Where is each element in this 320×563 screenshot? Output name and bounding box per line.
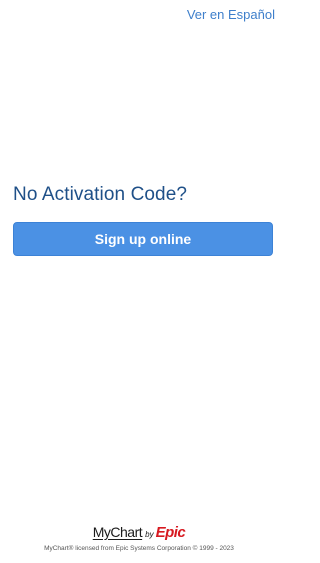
mychart-by-epic-logo: MyChart by Epic (0, 524, 278, 541)
language-toggle-link[interactable]: Ver en Español (187, 7, 275, 22)
sign-up-online-button[interactable]: Sign up online (13, 222, 273, 256)
logo-mychart-text: MyChart (92, 524, 143, 540)
no-activation-code-heading: No Activation Code? (13, 184, 188, 205)
logo-by-text: by (145, 530, 154, 539)
copyright-text: MyChart® licensed from Epic Systems Corp… (44, 545, 234, 552)
logo-epic-text: Epic (155, 524, 186, 541)
